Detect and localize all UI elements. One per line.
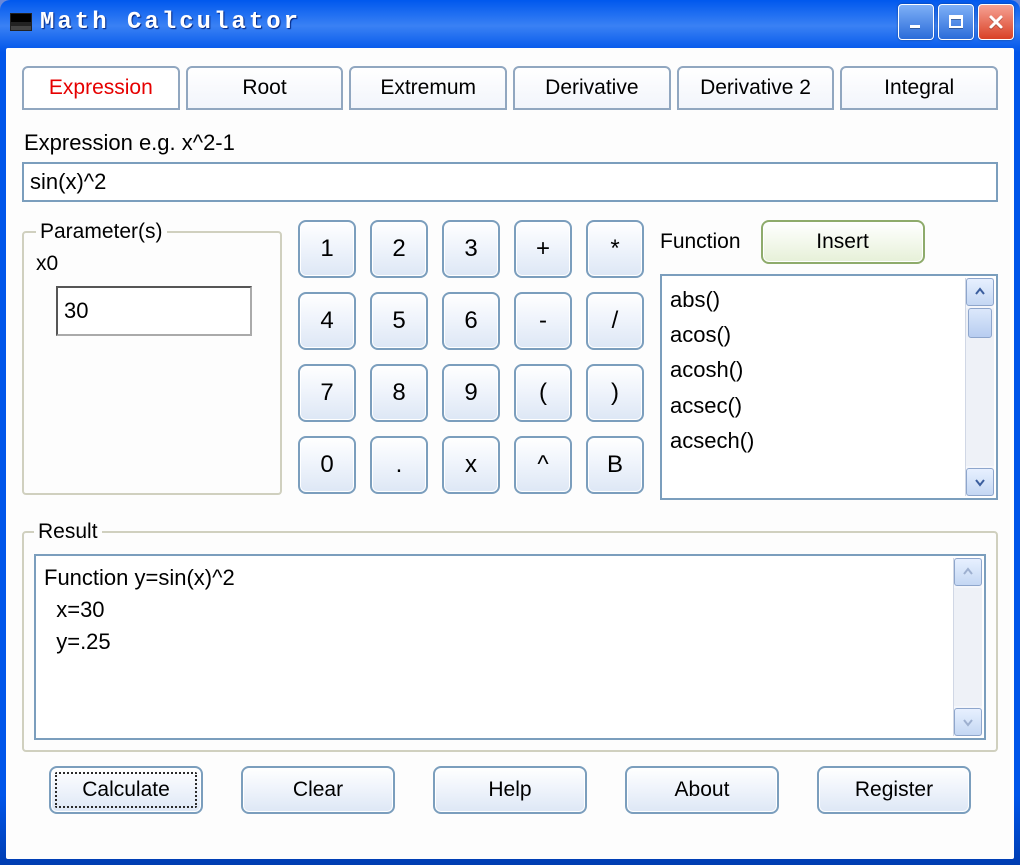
clear-button[interactable]: Clear: [241, 766, 395, 814]
list-item[interactable]: acsec(): [670, 388, 988, 423]
titlebar[interactable]: Math Calculator: [0, 0, 1020, 44]
scroll-track[interactable]: [954, 588, 982, 706]
app-window: Math Calculator ExpressionRootExtremumDe…: [0, 0, 1020, 865]
scroll-up-button[interactable]: [954, 558, 982, 586]
list-item[interactable]: abs(): [670, 282, 988, 317]
bottom-button-bar: Calculate Clear Help About Register: [22, 766, 998, 814]
function-listbox[interactable]: abs()acos()acosh()acsec()acsech(): [660, 274, 998, 500]
tab-bar: ExpressionRootExtremumDerivativeDerivati…: [22, 66, 998, 110]
key-7[interactable]: 7: [298, 364, 356, 422]
tab-derivative-2[interactable]: Derivative 2: [677, 66, 835, 110]
result-scrollbar[interactable]: [953, 558, 982, 736]
close-icon: [988, 14, 1004, 30]
chevron-down-icon: [974, 476, 986, 488]
function-scrollbar[interactable]: [965, 278, 994, 496]
x0-input[interactable]: [56, 286, 252, 336]
key-4[interactable]: 4: [298, 292, 356, 350]
window-controls: [898, 4, 1014, 40]
key-8[interactable]: 8: [370, 364, 428, 422]
key-/[interactable]: /: [586, 292, 644, 350]
scroll-thumb[interactable]: [968, 308, 992, 338]
function-label: Function: [660, 230, 741, 254]
app-icon: [10, 13, 32, 31]
close-button[interactable]: [978, 4, 1014, 40]
tab-expression[interactable]: Expression: [22, 66, 180, 110]
scroll-down-button[interactable]: [966, 468, 994, 496]
register-button[interactable]: Register: [817, 766, 971, 814]
result-content: Function y=sin(x)^2 x=30 y=.25: [44, 565, 235, 654]
list-item[interactable]: acsech(): [670, 423, 988, 458]
minimize-icon: [908, 14, 924, 30]
scroll-up-button[interactable]: [966, 278, 994, 306]
key-6[interactable]: 6: [442, 292, 500, 350]
result-legend: Result: [34, 520, 102, 544]
key-+[interactable]: +: [514, 220, 572, 278]
tab-root[interactable]: Root: [186, 66, 344, 110]
key-9[interactable]: 9: [442, 364, 500, 422]
expression-input[interactable]: [22, 162, 998, 202]
key-x[interactable]: x: [442, 436, 500, 494]
x0-label: x0: [36, 252, 268, 276]
window-title: Math Calculator: [40, 9, 898, 36]
chevron-up-icon: [974, 286, 986, 298]
key-3[interactable]: 3: [442, 220, 500, 278]
function-items: abs()acos()acosh()acsec()acsech(): [670, 282, 988, 458]
insert-button[interactable]: Insert: [761, 220, 925, 264]
list-item[interactable]: acosh(): [670, 352, 988, 387]
key-1[interactable]: 1: [298, 220, 356, 278]
expression-label: Expression e.g. x^2-1: [24, 130, 998, 156]
parameters-legend: Parameter(s): [36, 220, 167, 244]
scroll-down-button[interactable]: [954, 708, 982, 736]
key-*[interactable]: *: [586, 220, 644, 278]
tab-extremum[interactable]: Extremum: [349, 66, 507, 110]
key-([interactable]: (: [514, 364, 572, 422]
scroll-track[interactable]: [966, 308, 994, 466]
key-5[interactable]: 5: [370, 292, 428, 350]
minimize-button[interactable]: [898, 4, 934, 40]
chevron-down-icon: [962, 716, 974, 728]
parameters-group: Parameter(s) x0: [22, 220, 282, 495]
key-^[interactable]: ^: [514, 436, 572, 494]
tab-integral[interactable]: Integral: [840, 66, 998, 110]
help-button[interactable]: Help: [433, 766, 587, 814]
tab-derivative[interactable]: Derivative: [513, 66, 671, 110]
maximize-button[interactable]: [938, 4, 974, 40]
key-2[interactable]: 2: [370, 220, 428, 278]
calculate-button[interactable]: Calculate: [49, 766, 203, 814]
keypad: 123+* 456-/ 789() 0.x^B: [298, 220, 644, 500]
key--[interactable]: -: [514, 292, 572, 350]
key-0[interactable]: 0: [298, 436, 356, 494]
result-group: Result Function y=sin(x)^2 x=30 y=.25: [22, 520, 998, 752]
function-panel: Function Insert abs()acos()acosh()acsec(…: [660, 220, 998, 500]
about-button[interactable]: About: [625, 766, 779, 814]
maximize-icon: [948, 14, 964, 30]
key-B[interactable]: B: [586, 436, 644, 494]
chevron-up-icon: [962, 566, 974, 578]
result-text[interactable]: Function y=sin(x)^2 x=30 y=.25: [34, 554, 986, 740]
key-.[interactable]: .: [370, 436, 428, 494]
key-)[interactable]: ): [586, 364, 644, 422]
client-area: ExpressionRootExtremumDerivativeDerivati…: [6, 48, 1014, 859]
list-item[interactable]: acos(): [670, 317, 988, 352]
middle-row: Parameter(s) x0 123+* 456-/ 789() 0.x^B Fun…: [22, 220, 998, 500]
